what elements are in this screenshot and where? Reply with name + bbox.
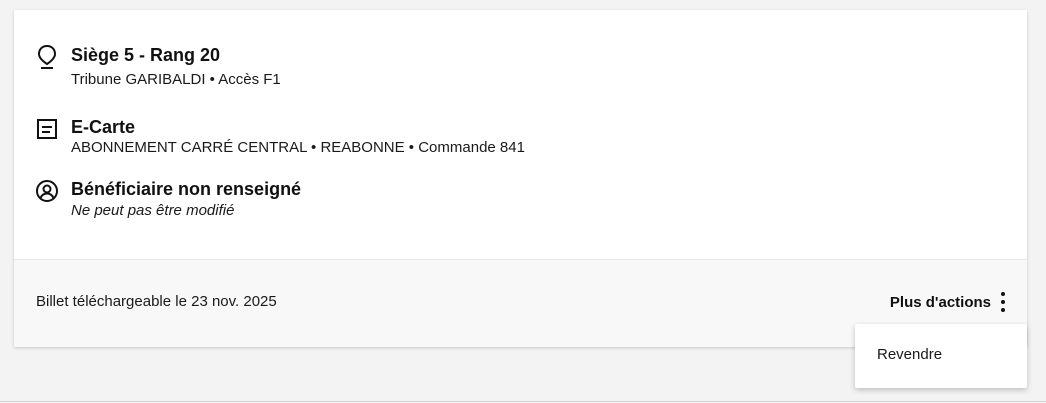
ticket-type-row: E-Carte ABONNEMENT CARRÉ CENTRAL • REABO… xyxy=(34,116,525,158)
ticket-details: Siège 5 - Rang 20 Tribune GARIBALDI • Ac… xyxy=(14,10,1027,259)
download-availability-text: Billet téléchargeable le 23 nov. 2025 xyxy=(36,293,277,310)
seat-title: Siège 5 - Rang 20 xyxy=(71,45,221,65)
beneficiary-title: Bénéficiaire non renseigné xyxy=(71,179,302,199)
ticket-card: Siège 5 - Rang 20 Tribune GARIBALDI • Ac… xyxy=(14,10,1027,347)
seat-subtitle: Tribune GARIBALDI • Accès F1 xyxy=(71,71,281,88)
ticket-type-title: E-Carte xyxy=(71,117,136,137)
more-actions-button[interactable]: Plus d'actions xyxy=(890,290,1009,314)
seat-row: Siège 5 - Rang 20 Tribune GARIBALDI • Ac… xyxy=(34,44,281,90)
beneficiary-text: Bénéficiaire non renseigné Ne peut pas ê… xyxy=(71,178,301,221)
beneficiary-subtitle: Ne peut pas être modifié xyxy=(71,202,235,219)
more-actions-dropdown: Revendre xyxy=(855,324,1027,388)
seat-text: Siège 5 - Rang 20 Tribune GARIBALDI • Ac… xyxy=(71,44,281,90)
ticket-type-text: E-Carte ABONNEMENT CARRÉ CENTRAL • REABO… xyxy=(71,116,525,158)
divider xyxy=(0,401,1046,402)
ticket-type-subtitle: ABONNEMENT CARRÉ CENTRAL • REABONNE • Co… xyxy=(71,139,525,156)
kebab-menu-icon xyxy=(997,290,1009,314)
beneficiary-row: Bénéficiaire non renseigné Ne peut pas ê… xyxy=(34,178,301,221)
document-icon xyxy=(34,116,60,142)
more-actions-label: Plus d'actions xyxy=(889,293,991,311)
menu-item-revendre[interactable]: Revendre xyxy=(877,346,942,363)
location-pin-icon xyxy=(34,44,60,70)
user-circle-icon xyxy=(34,178,60,204)
